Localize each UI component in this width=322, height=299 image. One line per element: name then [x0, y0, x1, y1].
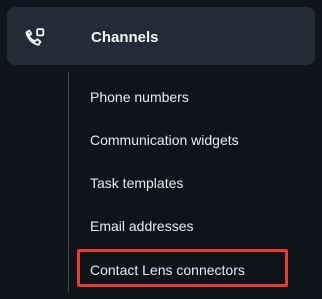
- subnav-item-email-addresses[interactable]: Email addresses: [90, 218, 194, 234]
- navigation-panel: Channels Phone numbers Communication wid…: [0, 0, 322, 299]
- subnav-item-contact-lens-connectors[interactable]: Contact Lens connectors: [90, 262, 245, 278]
- subnav-item-communication-widgets[interactable]: Communication widgets: [90, 132, 239, 148]
- channels-subnav: Phone numbers Communication widgets Task…: [0, 0, 322, 299]
- subnav-item-phone-numbers[interactable]: Phone numbers: [90, 89, 189, 105]
- subnav-item-task-templates[interactable]: Task templates: [90, 175, 183, 191]
